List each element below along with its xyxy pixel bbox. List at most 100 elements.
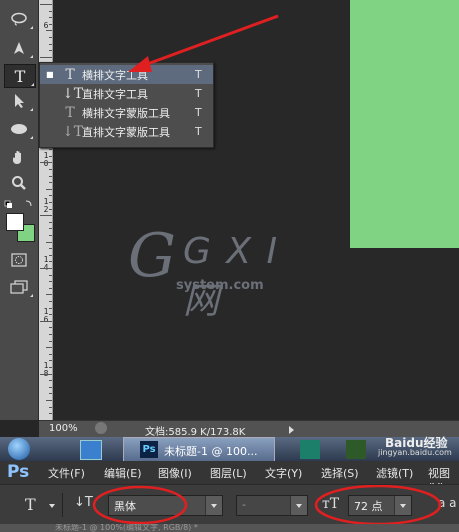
ruler-tick: [49, 413, 52, 415]
pen-icon[interactable]: [4, 37, 34, 59]
document-tab-label: 未标题-1 @ 100%(编辑文字, RGB/8) *: [55, 524, 198, 532]
menu-layer[interactable]: 图层(L): [210, 465, 247, 481]
taskbar-photoshop-task[interactable]: Ps 未标题-1 @ 100...: [123, 437, 275, 463]
ruler-tick: [49, 17, 52, 19]
ruler-tick: [49, 314, 52, 316]
ruler-tick: [49, 281, 52, 283]
status-icon[interactable]: [95, 422, 107, 434]
hand-icon[interactable]: [4, 146, 34, 168]
vertical-type-icon: ↓T: [62, 85, 84, 102]
ruler-tick: [49, 50, 52, 52]
ruler-tick: [49, 202, 52, 203]
start-button[interactable]: [8, 438, 30, 460]
ruler-tick: [49, 10, 52, 12]
flyout-item-label: 横排文字蒙版工具: [82, 106, 170, 120]
ruler-tick: [49, 43, 52, 45]
ruler-tick: [40, 162, 52, 164]
ellipse-icon[interactable]: [4, 118, 34, 140]
ruler-tick: [49, 23, 52, 25]
ruler-tick: [40, 320, 52, 322]
document-info: 文档:585.9 K/173.8K: [145, 427, 246, 438]
ruler-tick: [49, 182, 52, 184]
annotation-circles: [92, 485, 442, 525]
lasso-icon[interactable]: [4, 8, 34, 30]
ruler-tick: [49, 340, 52, 342]
ruler-tick: [49, 169, 52, 170]
ruler-tick: [46, 188, 52, 190]
ruler-tick: [49, 228, 52, 230]
menu-edit[interactable]: 编辑(E): [104, 465, 142, 481]
ruler-tick: [49, 175, 52, 177]
menu-file[interactable]: 文件(F): [48, 465, 85, 481]
document-tab[interactable]: 未标题-1 @ 100%(编辑文字, RGB/8) *: [0, 524, 459, 532]
type-icon[interactable]: T: [4, 64, 36, 88]
ruler-tick: [49, 386, 52, 388]
screen-mode-icon[interactable]: [4, 276, 34, 298]
ruler-tick: [40, 268, 52, 269]
menu-image[interactable]: 图像(I): [158, 465, 192, 481]
ruler-tick: [49, 406, 52, 408]
ruler-label: 1 4: [43, 255, 49, 272]
watermark: G G X I 网 system.com: [128, 226, 298, 322]
ruler-tick: [46, 30, 52, 32]
flyout-item-vertical-type[interactable]: ↓T 直排文字工具 T: [40, 84, 213, 103]
ruler-tick: [49, 327, 52, 329]
ruler-tick: [49, 221, 52, 223]
ruler-label: 1 0: [43, 151, 49, 168]
ruler-tick: [46, 241, 52, 243]
ruler-tick: [49, 155, 52, 157]
shortcut-key: T: [195, 106, 202, 119]
photoshop-icon: Ps: [140, 441, 158, 458]
ruler-tick: [40, 4, 52, 5]
ruler-tick: [49, 360, 52, 362]
shortcut-key: T: [195, 125, 202, 138]
path-selection-icon[interactable]: [4, 90, 34, 112]
green-shape: [350, 0, 459, 248]
color-swatch-icon[interactable]: [5, 212, 35, 242]
ruler-tick: [49, 195, 52, 197]
flyout-item-vertical-type-mask[interactable]: ↓T 直排文字蒙版工具 T: [40, 122, 213, 141]
ruler-tick: [49, 235, 52, 236]
default-colors-icon[interactable]: [4, 196, 34, 208]
taskbar-app-icon[interactable]: [300, 440, 320, 459]
taskbar-app-icon[interactable]: [80, 440, 102, 460]
ruler-tick: [40, 215, 52, 217]
watermark-site: system.com: [176, 278, 264, 293]
ruler-tick: [49, 393, 52, 395]
baidu-url: jingyan.baidu.com: [378, 448, 452, 457]
ruler-tick: [40, 56, 52, 58]
options-bar: T ↓T 黑体 - тT 72 点 a a: [0, 484, 459, 525]
annotation-arrow: [128, 14, 279, 72]
ruler-tick: [49, 208, 52, 210]
menu-type[interactable]: 文字(Y): [265, 465, 302, 481]
zoom-icon[interactable]: [4, 172, 34, 194]
ruler-label: 1 2: [43, 197, 49, 214]
ruler-tick: [49, 307, 52, 309]
ruler-tick: [49, 274, 52, 276]
ruler-tick: [40, 373, 52, 375]
taskbar-app-icon[interactable]: [346, 440, 366, 459]
ruler-tick: [46, 400, 52, 401]
flyout-item-horizontal-type-mask[interactable]: T 横排文字蒙版工具 T: [40, 103, 213, 122]
task-label: 未标题-1 @ 100...: [164, 445, 258, 458]
zoom-level[interactable]: 100%: [49, 423, 78, 434]
ruler-tick: [49, 248, 52, 250]
ruler-tick: [49, 37, 52, 38]
flyout-item-label: 直排文字工具: [82, 87, 148, 101]
ruler-tick: [49, 261, 52, 263]
ruler-tick: [49, 334, 52, 335]
horizontal-type-mask-icon: T: [65, 104, 75, 121]
app-logo: Ps: [7, 462, 30, 482]
menu-select[interactable]: 选择(S): [321, 465, 359, 481]
ruler-tick: [49, 149, 52, 151]
quick-mask-icon[interactable]: [4, 249, 34, 271]
ruler-tick: [49, 287, 52, 289]
ruler-tick: [49, 353, 52, 355]
menu-filter[interactable]: 滤镜(T): [376, 465, 413, 481]
horizontal-type-icon: T: [65, 66, 75, 83]
status-menu-arrow-icon[interactable]: [289, 426, 294, 434]
flyout-item-label: 直排文字蒙版工具: [82, 125, 170, 139]
ruler-tick: [46, 347, 52, 349]
shortcut-key: T: [195, 87, 202, 100]
ruler-tick: [46, 294, 52, 296]
